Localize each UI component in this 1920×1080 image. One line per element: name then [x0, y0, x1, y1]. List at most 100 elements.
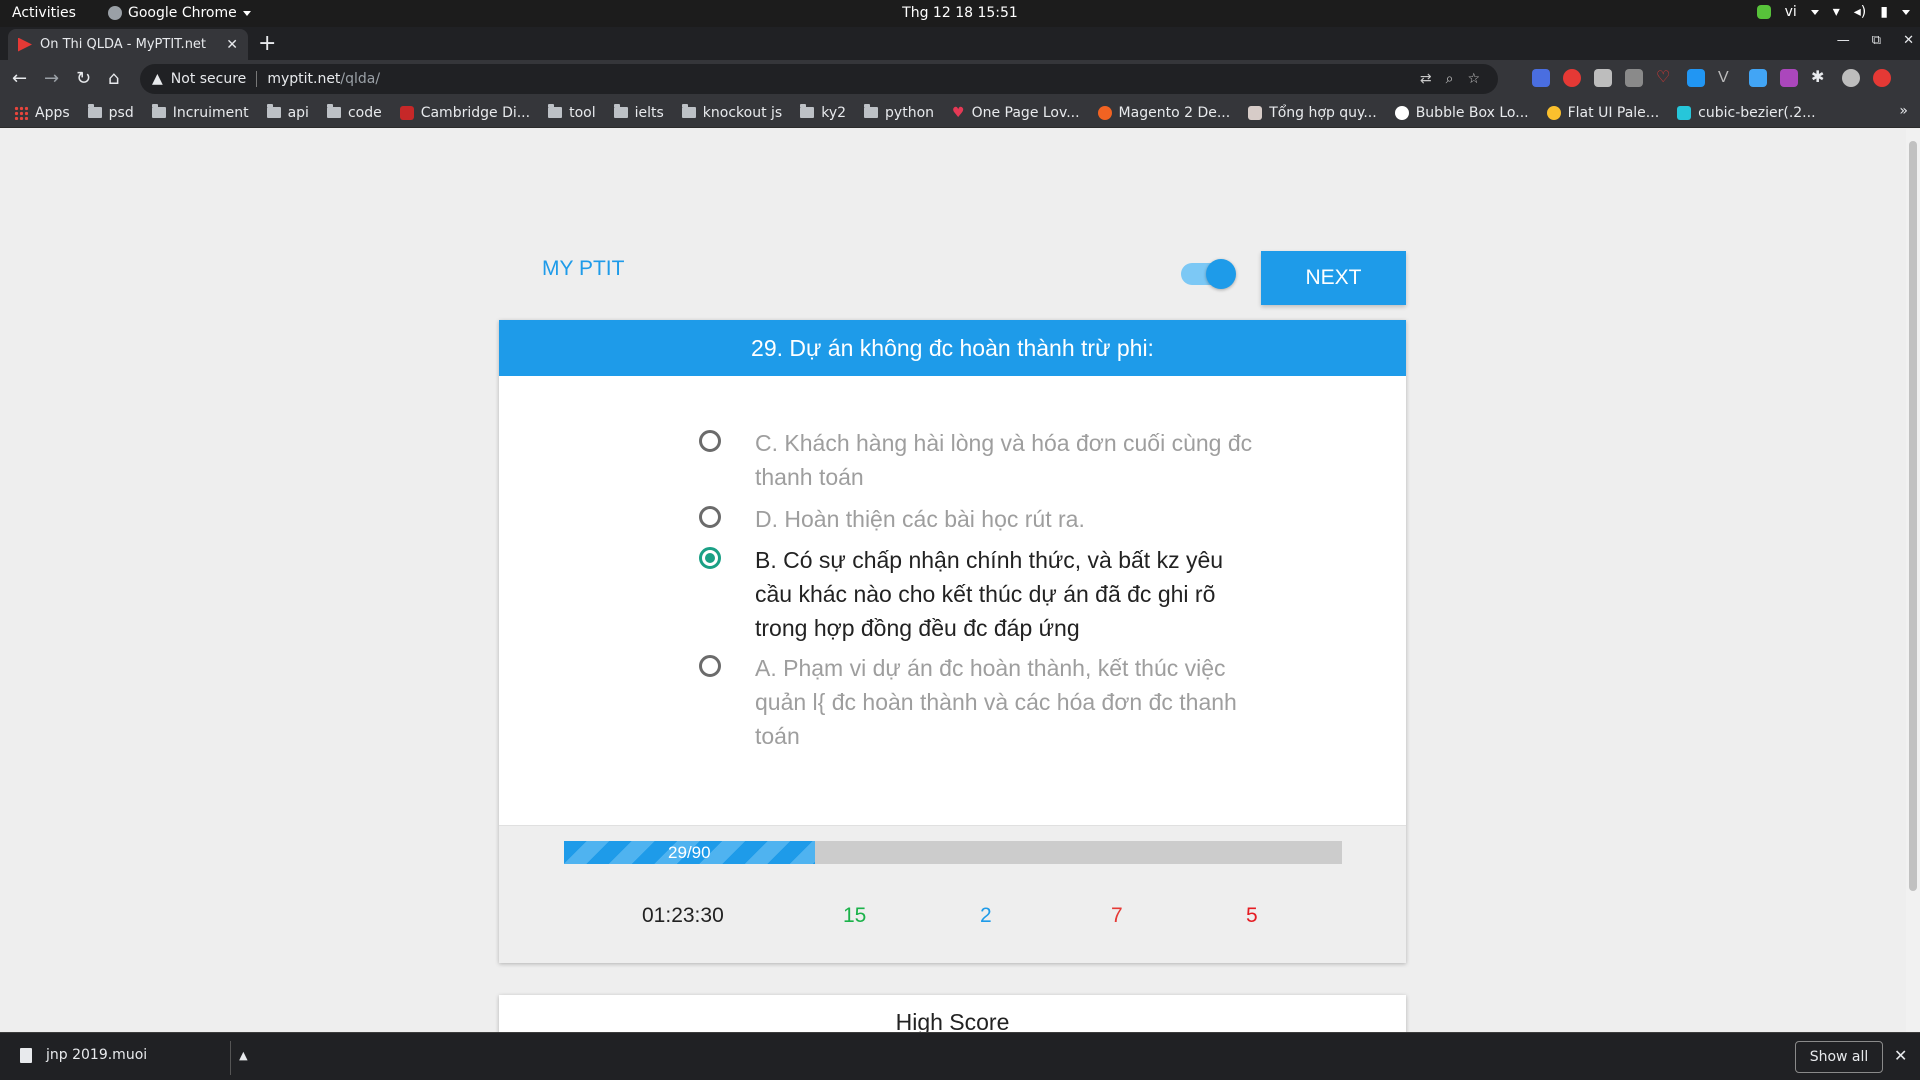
chevron-down-icon	[1902, 9, 1910, 15]
forward-icon[interactable]: →	[44, 68, 59, 89]
bookmark-folder[interactable]: knockout js	[681, 104, 783, 121]
bookmark-folder[interactable]: code	[326, 104, 382, 121]
bookmarks-bar: Apps psd Incruiment api code Cambridge D…	[0, 98, 1920, 128]
k-extension-icon[interactable]	[1625, 69, 1643, 87]
puzzle-icon[interactable]: ✱	[1811, 69, 1829, 87]
os-top-bar: Activities Google Chrome Thg 12 18 15:51…	[0, 0, 1920, 27]
cambridge-icon	[399, 105, 414, 120]
folder-icon	[800, 104, 815, 118]
security-label[interactable]: Not secure	[171, 71, 247, 87]
radio-icon[interactable]	[699, 506, 721, 528]
timer: 01:23:30	[642, 904, 724, 927]
screenshot-icon[interactable]	[1749, 69, 1767, 87]
folder-icon	[87, 104, 102, 118]
bookmark-label: cubic-bezier(.2...	[1698, 104, 1816, 121]
bookmark-link[interactable]: cubic-bezier(.2...	[1677, 104, 1816, 121]
apps-grid-icon	[14, 105, 28, 120]
reload-icon[interactable]: ↻	[76, 68, 91, 89]
bookmark-link[interactable]: Bubble Box Lo...	[1394, 105, 1529, 121]
bookmark-link[interactable]: Tổng hợp quy...	[1248, 105, 1377, 121]
new-tab-button[interactable]: +	[258, 31, 276, 56]
correct-count: 15	[843, 904, 867, 927]
drop-icon[interactable]	[1687, 69, 1705, 87]
omnibox-actions: ⇄ ⌕ ☆	[1420, 71, 1480, 87]
option-text: C. Khách hàng hài lòng và hóa đơn cuối c…	[755, 430, 1253, 490]
option-a[interactable]: A. Phạm vi dự án đc hoàn thành, kết thúc…	[699, 651, 1259, 753]
address-bar[interactable]: ▲ Not secure myptit.net /qlda/ ⇄ ⌕ ☆	[140, 64, 1498, 94]
mode-toggle[interactable]	[1181, 259, 1236, 289]
warning-icon[interactable]: ▲	[152, 71, 163, 87]
radio-icon[interactable]	[699, 430, 721, 452]
extension-icon[interactable]	[1594, 69, 1612, 87]
avatar[interactable]	[1842, 69, 1860, 87]
adblock-icon[interactable]	[1563, 69, 1581, 87]
option-d[interactable]: D. Hoàn thiện các bài học rút ra.	[699, 502, 1259, 536]
radio-checked-icon[interactable]	[699, 547, 721, 569]
close-icon[interactable]: ✕	[1894, 1046, 1907, 1065]
close-tab-icon[interactable]: ✕	[226, 37, 238, 53]
tab-title: Ôn Thi QLDA - MyPTIT.net	[40, 37, 207, 52]
page-scrollbar[interactable]	[1906, 129, 1920, 1032]
bookmark-folder[interactable]: ky2	[800, 104, 846, 121]
vue-icon[interactable]: V	[1718, 69, 1736, 87]
minimize-icon[interactable]: —	[1837, 33, 1850, 48]
system-tray[interactable]: vi ▾ ◂) ▮	[1756, 4, 1910, 20]
bookmark-link[interactable]: Flat UI Pale...	[1546, 104, 1660, 121]
bookmark-folder[interactable]: api	[266, 104, 309, 121]
folder-icon	[548, 104, 563, 118]
bookmark-link[interactable]: ♥ One Page Lov...	[952, 105, 1080, 121]
bookmark-link[interactable]: Cambridge Di...	[399, 104, 531, 121]
bookmark-label: python	[885, 104, 935, 121]
bookmark-link[interactable]: Magento 2 De...	[1097, 105, 1230, 121]
bookmark-folder[interactable]: Incruiment	[151, 104, 249, 121]
bookmark-apps[interactable]: Apps	[14, 105, 70, 121]
language-indicator[interactable]: vi	[1785, 4, 1797, 20]
restore-icon[interactable]: ⧉	[1872, 33, 1881, 48]
window-controls: — ⧉ ✕	[1837, 33, 1914, 48]
heart-icon[interactable]: ♡	[1656, 69, 1674, 87]
bookmark-label: Tổng hợp quy...	[1269, 104, 1377, 121]
divider	[256, 71, 258, 87]
clock[interactable]: Thg 12 18 15:51	[0, 5, 1920, 21]
skipped-count: 2	[980, 904, 992, 927]
update-icon[interactable]	[1873, 69, 1891, 87]
remaining-lives-count: 5	[1246, 904, 1258, 927]
url-host: myptit.net	[267, 71, 341, 87]
quiz-footer: 29/90 01:23:30 15 2 7 5	[499, 825, 1406, 963]
translate-icon[interactable]: ⇄	[1420, 71, 1432, 87]
close-window-icon[interactable]: ✕	[1903, 33, 1914, 48]
favicon-icon	[18, 37, 32, 52]
scrollbar-thumb[interactable]	[1909, 141, 1917, 891]
cubic-bezier-icon	[1677, 105, 1692, 120]
question-title: 29. Dự án không đc hoàn thành trừ phi:	[499, 320, 1406, 376]
bookmarks-overflow-button[interactable]: »	[1899, 103, 1908, 119]
tab-strip: Ôn Thi QLDA - MyPTIT.net ✕ + — ⧉ ✕	[0, 27, 1920, 60]
show-all-button[interactable]: Show all	[1795, 1041, 1883, 1073]
pen-icon[interactable]	[1780, 69, 1798, 87]
extensions: ♡ V ✱	[1532, 69, 1891, 87]
bookmark-folder[interactable]: python	[864, 104, 935, 121]
option-c[interactable]: C. Khách hàng hài lòng và hóa đơn cuối c…	[699, 426, 1259, 494]
update-icon[interactable]	[1756, 5, 1771, 19]
option-b[interactable]: B. Có sự chấp nhận chính thức, và bất kz…	[699, 543, 1259, 645]
bookmark-label: knockout js	[702, 104, 783, 121]
bookmark-folder[interactable]: psd	[87, 104, 134, 121]
codepen-icon	[1394, 105, 1409, 120]
page-content: MY PTIT NEXT 29. Dự án không đc hoàn thà…	[0, 129, 1920, 1032]
translate-extension-icon[interactable]	[1532, 69, 1550, 87]
radio-icon[interactable]	[699, 655, 721, 677]
star-icon[interactable]: ☆	[1467, 71, 1480, 87]
chevron-up-icon[interactable]: ▲	[239, 1049, 247, 1062]
bookmark-label: Flat UI Pale...	[1567, 104, 1660, 121]
next-button[interactable]: NEXT	[1261, 251, 1406, 305]
bookmark-folder[interactable]: ielts	[613, 104, 664, 121]
tab-active[interactable]: Ôn Thi QLDA - MyPTIT.net ✕	[8, 29, 248, 60]
bookmark-label: Cambridge Di...	[420, 104, 531, 121]
bookmark-folder[interactable]: tool	[548, 104, 596, 121]
site-logo[interactable]: MY PTIT	[542, 257, 624, 281]
palette-icon	[1546, 105, 1561, 120]
zoom-icon[interactable]: ⌕	[1446, 71, 1454, 87]
home-icon[interactable]: ⌂	[108, 68, 119, 89]
download-item[interactable]: jnp 2019.muoi ▲	[20, 1047, 248, 1063]
back-icon[interactable]: ←	[12, 68, 27, 89]
